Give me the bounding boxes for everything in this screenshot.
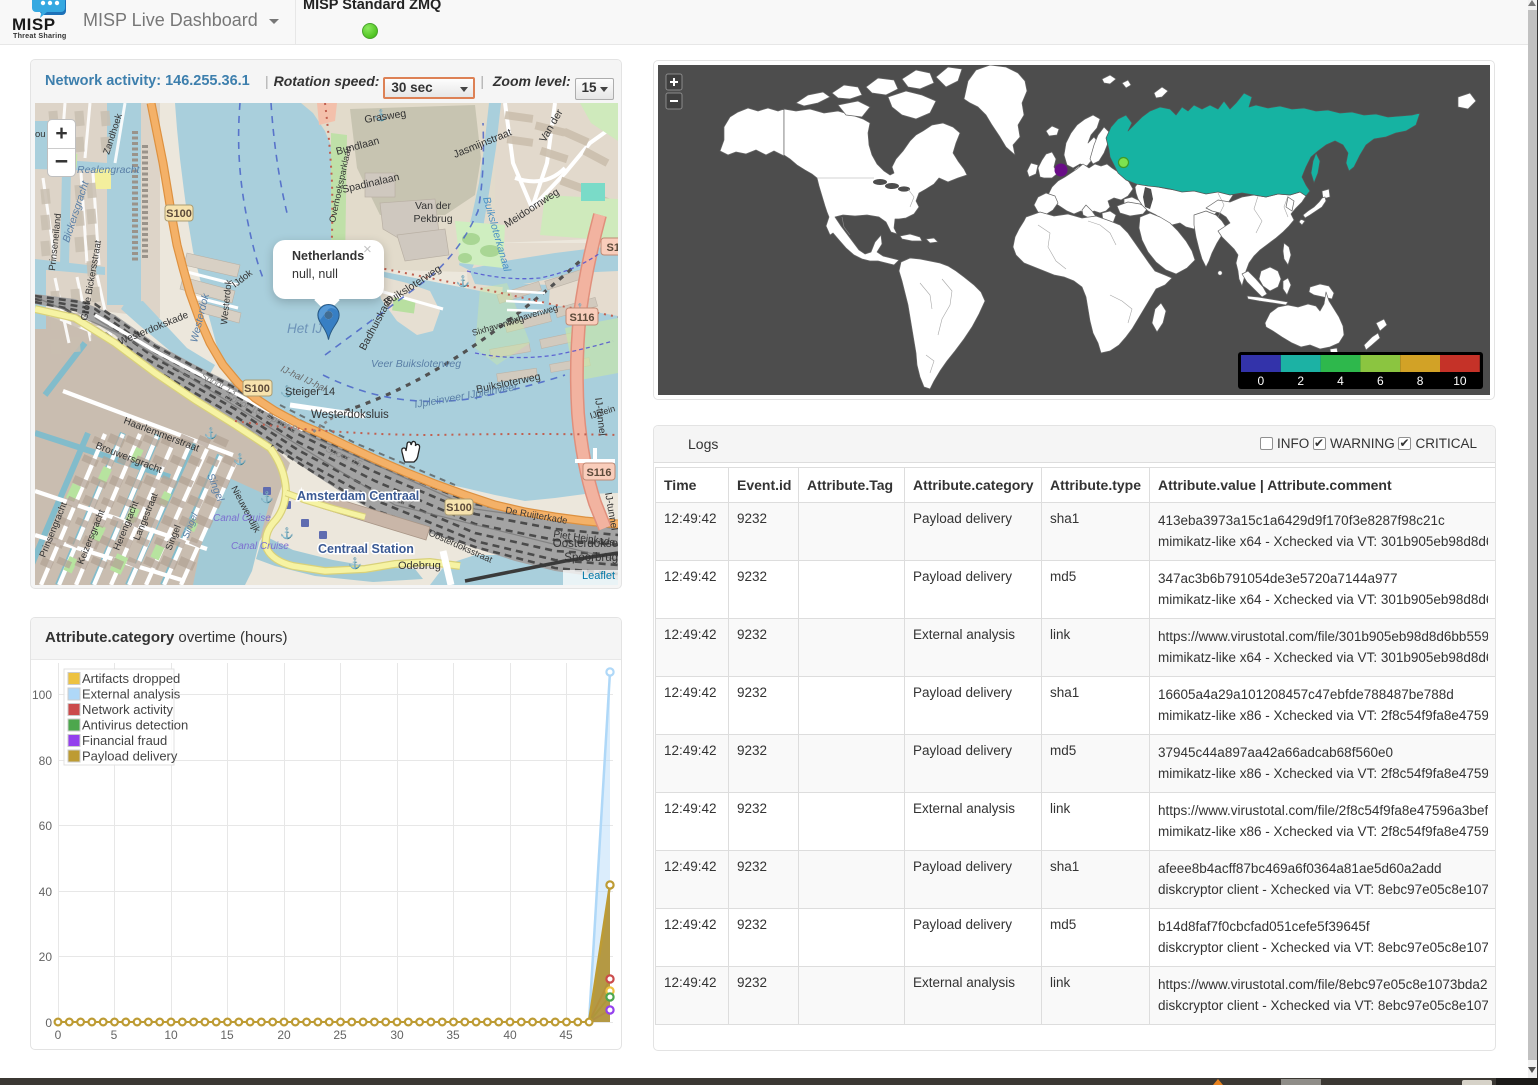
svg-text:10: 10 xyxy=(1453,374,1467,388)
svg-text:⚓: ⚓ xyxy=(204,427,218,440)
svg-text:25: 25 xyxy=(333,1028,347,1042)
svg-text:Amsterdam Centraal: Amsterdam Centraal xyxy=(297,489,419,503)
svg-text:2: 2 xyxy=(1297,374,1304,388)
svg-text:Veer Buiksloterweg: Veer Buiksloterweg xyxy=(371,358,461,370)
svg-text:20: 20 xyxy=(39,950,53,964)
svg-text:4: 4 xyxy=(1337,374,1344,388)
svg-text:80: 80 xyxy=(39,754,53,768)
svg-text:⚓: ⚓ xyxy=(233,453,247,466)
svg-text:5: 5 xyxy=(111,1028,118,1042)
svg-text:⚓: ⚓ xyxy=(348,557,362,570)
svg-text:Canal Cruise: Canal Cruise xyxy=(231,541,289,552)
svg-text:Network activity: Network activity xyxy=(82,702,174,717)
svg-text:30: 30 xyxy=(390,1028,404,1042)
svg-text:S11: S11 xyxy=(607,242,618,254)
svg-text:15: 15 xyxy=(220,1028,234,1042)
svg-text:45: 45 xyxy=(559,1028,573,1042)
svg-text:S100: S100 xyxy=(446,502,472,514)
svg-text:60: 60 xyxy=(39,819,53,833)
svg-text:ou: ou xyxy=(35,129,46,140)
svg-text:0: 0 xyxy=(45,1016,52,1030)
svg-text:40: 40 xyxy=(39,885,53,899)
svg-text:⚓: ⚓ xyxy=(260,491,274,504)
svg-text:Van der: Van der xyxy=(415,200,451,212)
svg-text:S100: S100 xyxy=(244,383,270,395)
svg-text:Realengracht: Realengracht xyxy=(77,164,141,176)
svg-text:⚓: ⚓ xyxy=(280,527,294,540)
svg-text:10: 10 xyxy=(164,1028,178,1042)
svg-text:20: 20 xyxy=(277,1028,291,1042)
svg-text:100: 100 xyxy=(32,688,52,702)
svg-text:Odebrug: Odebrug xyxy=(398,560,441,572)
svg-text:Threat Sharing: Threat Sharing xyxy=(13,31,67,40)
svg-text:0: 0 xyxy=(55,1028,62,1042)
svg-text:8: 8 xyxy=(1417,374,1424,388)
svg-text:Financial fraud: Financial fraud xyxy=(82,733,167,748)
svg-text:35: 35 xyxy=(446,1028,460,1042)
svg-text:Canal Cruise: Canal Cruise xyxy=(213,513,271,524)
svg-text:S100: S100 xyxy=(166,208,192,220)
svg-text:0: 0 xyxy=(1258,374,1265,388)
svg-text:40: 40 xyxy=(503,1028,517,1042)
svg-text:S116: S116 xyxy=(569,312,594,324)
svg-text:Spoorbrug: Spoorbrug xyxy=(564,552,618,564)
svg-text:Westerdoksluis: Westerdoksluis xyxy=(311,409,389,421)
svg-text:Pekbrug: Pekbrug xyxy=(413,213,452,225)
svg-text:⚓: ⚓ xyxy=(456,275,470,288)
svg-text:Centraal Station: Centraal Station xyxy=(318,542,414,556)
svg-text:Payload delivery: Payload delivery xyxy=(82,749,178,764)
svg-text:Artifacts dropped: Artifacts dropped xyxy=(82,671,180,686)
svg-text:6: 6 xyxy=(1377,374,1384,388)
svg-text:S116: S116 xyxy=(586,467,611,479)
svg-text:External analysis: External analysis xyxy=(82,687,181,702)
svg-text:Antivirus detection: Antivirus detection xyxy=(82,718,188,733)
